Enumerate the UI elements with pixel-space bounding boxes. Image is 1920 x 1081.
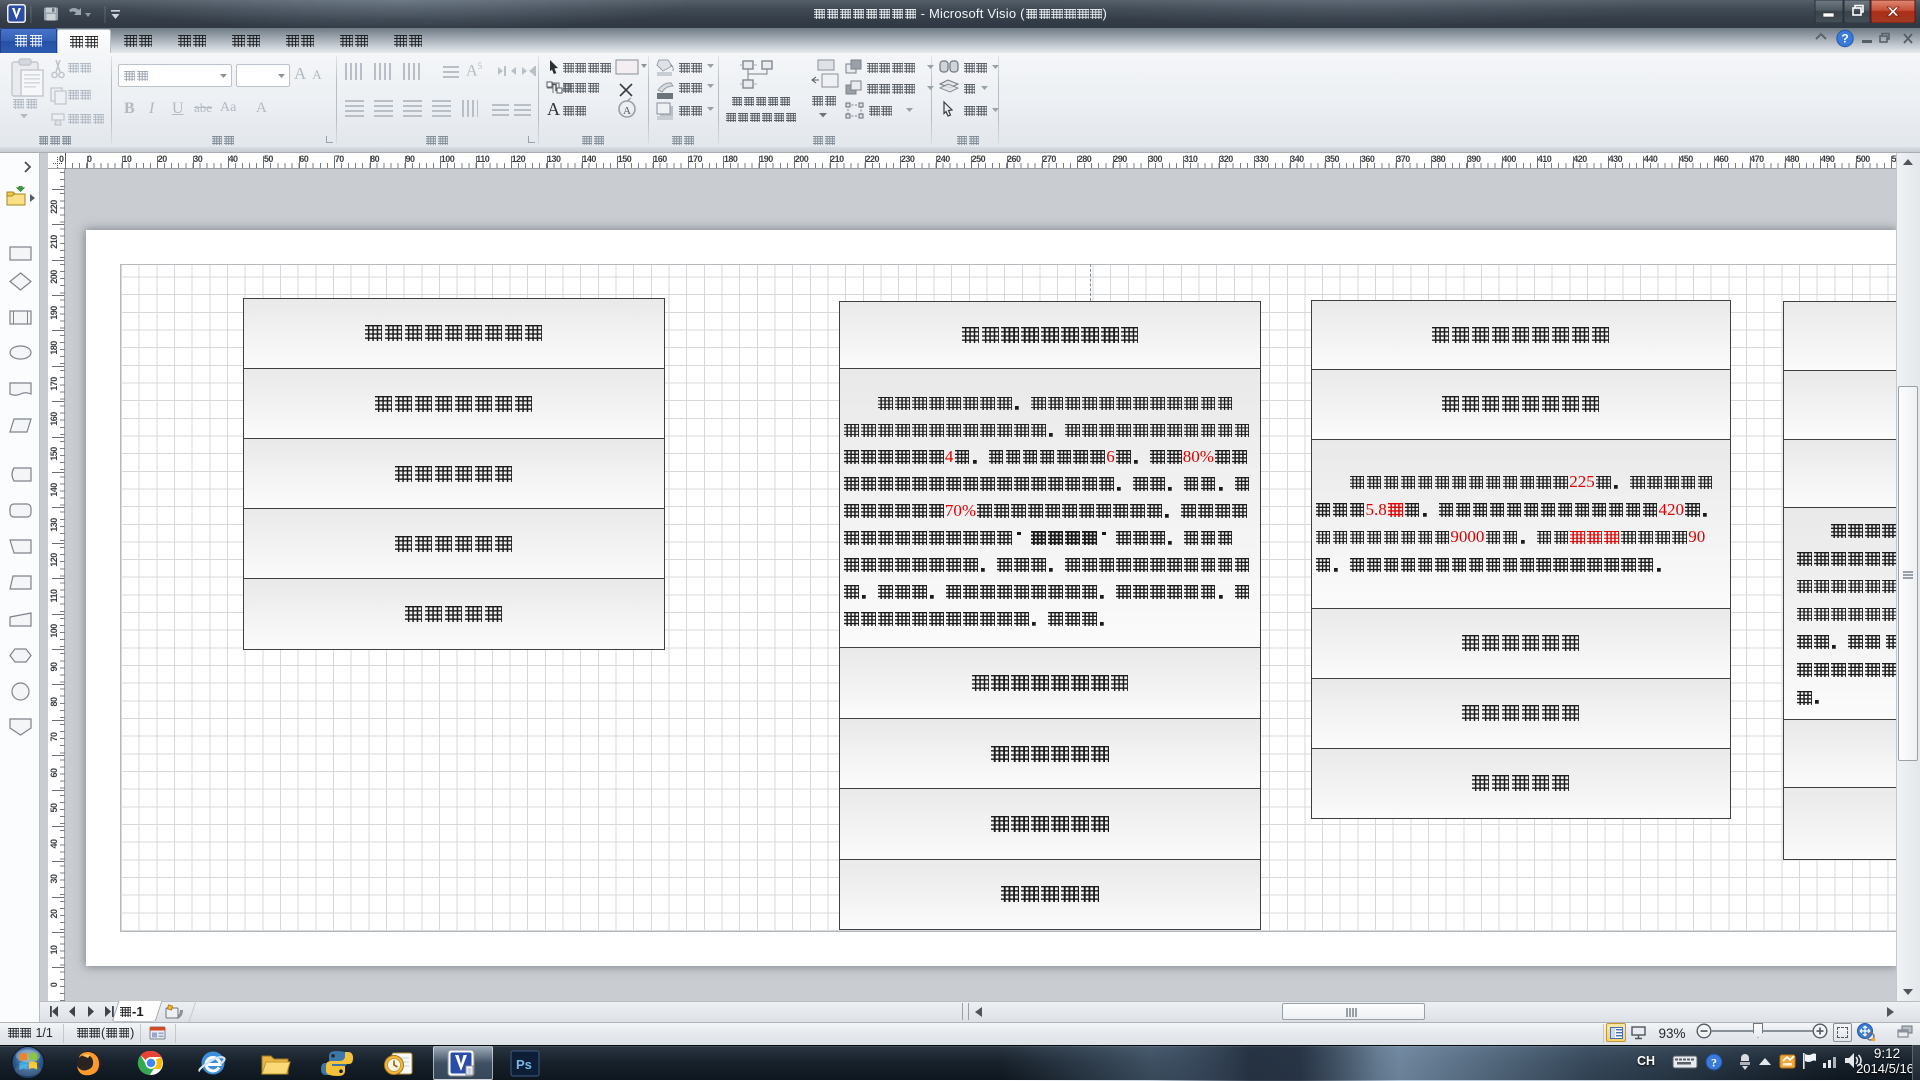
svg-text:?: ?: [1841, 32, 1848, 46]
svg-text:A: A: [623, 105, 631, 117]
svg-text:?: ?: [1711, 1056, 1717, 1070]
svg-text:A: A: [547, 99, 560, 119]
svg-text:Ps: Ps: [516, 1057, 532, 1072]
